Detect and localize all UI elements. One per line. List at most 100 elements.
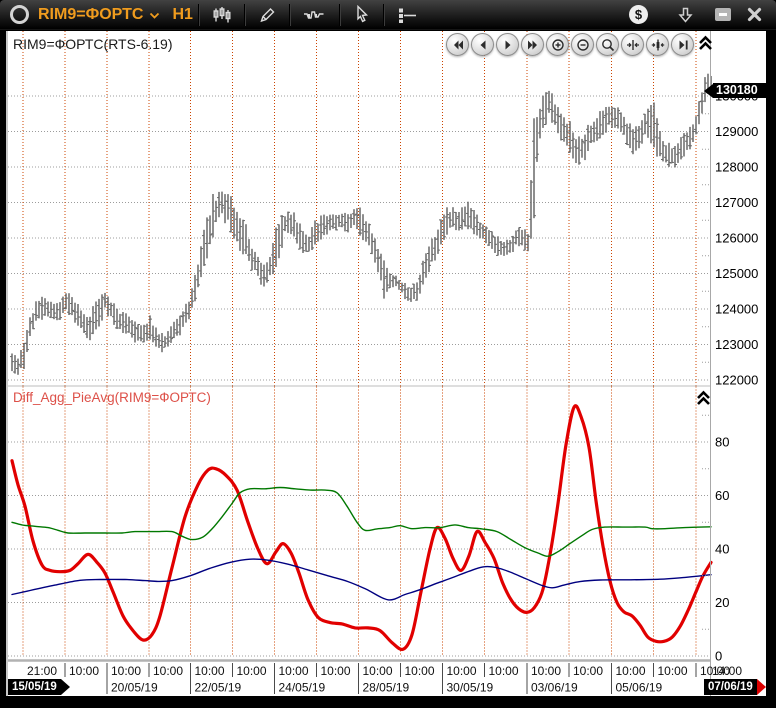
price-axis-label: 126000 xyxy=(715,231,758,246)
instrument-status-icon xyxy=(10,5,29,24)
symbol-selector[interactable]: RIM9=ФОРТС xyxy=(29,6,160,24)
chart-background xyxy=(8,31,766,696)
date-label: 05/06/19 xyxy=(616,681,663,695)
toolbar-divider xyxy=(383,4,385,26)
time-label: 10:00 xyxy=(658,664,688,678)
indicator-tool-button[interactable] xyxy=(296,5,334,25)
symbol-label: RIM9=ФОРТС xyxy=(38,6,143,24)
price-axis-label: 127000 xyxy=(715,195,758,210)
badge-arrow-icon xyxy=(61,679,70,695)
go-to-end-icon xyxy=(676,38,690,52)
indicator-axis-label: 80 xyxy=(715,435,729,450)
bar-width-icon xyxy=(651,38,665,52)
cursor-icon xyxy=(353,5,371,24)
pencil-icon xyxy=(258,6,277,24)
zoom-in-button[interactable] xyxy=(546,33,569,56)
step-left-button[interactable] xyxy=(471,33,494,56)
price-axis-label: 124000 xyxy=(715,302,758,317)
time-label: 14:00 xyxy=(712,664,742,678)
levels-icon xyxy=(397,6,419,24)
candlestick-chart-icon xyxy=(212,6,232,24)
start-date-badge: 15/05/19 xyxy=(8,679,70,695)
time-label: 10:00 xyxy=(111,664,141,678)
collapse-window-button[interactable] xyxy=(672,5,699,25)
time-label: 10:00 xyxy=(195,664,225,678)
time-label: 10:00 xyxy=(363,664,393,678)
left-frame-strip xyxy=(6,31,8,696)
timeframe-label[interactable]: H1 xyxy=(172,6,192,24)
price-axis-label: 125000 xyxy=(715,266,758,281)
time-label: 10:00 xyxy=(321,664,351,678)
close-icon xyxy=(747,7,762,22)
collapse-indicator-panel-button[interactable] xyxy=(695,390,712,407)
compress-scale-button[interactable] xyxy=(621,33,644,56)
step-left-icon xyxy=(476,38,490,52)
date-label: 22/05/19 xyxy=(195,681,242,695)
price-axis-label: 123000 xyxy=(715,337,758,352)
last-price-value: 130180 xyxy=(713,83,766,98)
zoom-area-icon xyxy=(601,38,615,52)
time-label: 10:00 xyxy=(573,664,603,678)
chart-style-button[interactable] xyxy=(205,5,239,25)
toolbar-divider xyxy=(339,4,341,26)
toolbar-divider xyxy=(289,4,291,26)
indicator-axis-label: 0 xyxy=(715,649,722,664)
terminal-chart-window: 1300001290001280001270001260001250001240… xyxy=(0,0,776,708)
window-controls: $ xyxy=(623,3,768,26)
bar-width-button[interactable] xyxy=(646,33,669,56)
titlebar: RIM9=ФОРТС H1 xyxy=(0,0,776,30)
step-right-button[interactable] xyxy=(496,33,519,56)
time-label: 10:00 xyxy=(489,664,519,678)
zoom-out-button[interactable] xyxy=(571,33,594,56)
date-label: 03/06/19 xyxy=(531,681,578,695)
date-label: 20/05/19 xyxy=(111,681,158,695)
chart-nav-toolbar xyxy=(446,33,696,56)
cursor-tool-button[interactable] xyxy=(346,4,378,25)
dollar-icon: $ xyxy=(629,5,648,24)
minimize-icon xyxy=(715,8,731,21)
toolbar-divider xyxy=(244,4,246,26)
minimize-button[interactable] xyxy=(709,6,737,23)
zoom-out-icon xyxy=(576,38,590,52)
scroll-start-button[interactable] xyxy=(446,33,469,56)
time-label: 21:00 xyxy=(27,664,57,678)
end-date-badge: 07/06/19 xyxy=(704,679,766,695)
date-label: 30/05/19 xyxy=(447,681,494,695)
indicator-axis-label: 20 xyxy=(715,595,729,610)
indicator-axis-label: 60 xyxy=(715,488,729,503)
zoom-in-icon xyxy=(551,38,565,52)
toolbar-divider xyxy=(198,4,200,26)
end-date-value: 07/06/19 xyxy=(704,679,757,695)
collapse-panel-icon xyxy=(698,35,713,51)
currency-button[interactable]: $ xyxy=(623,3,654,26)
time-label: 10:00 xyxy=(405,664,435,678)
indicator-axis-label: 40 xyxy=(715,542,729,557)
price-axis-label: 128000 xyxy=(715,160,758,175)
chart-canvas[interactable]: 1300001290001280001270001260001250001240… xyxy=(0,0,776,708)
step-right-icon xyxy=(501,38,515,52)
indicator-chart-icon xyxy=(303,6,327,24)
badge-arrow-icon xyxy=(704,84,713,98)
chevron-down-icon xyxy=(149,12,160,20)
price-panel-title: RIM9=ФОРТС(RTS-6.19) xyxy=(13,36,173,52)
time-label: 10:00 xyxy=(237,664,267,678)
last-price-badge: 130180 xyxy=(704,83,766,98)
compress-icon xyxy=(626,38,640,52)
collapse-panel-icon xyxy=(696,390,711,406)
zoom-area-button[interactable] xyxy=(596,33,619,56)
go-to-end-button[interactable] xyxy=(671,33,694,56)
start-date-value: 15/05/19 xyxy=(8,679,61,695)
collapse-price-panel-button[interactable] xyxy=(697,35,714,52)
badge-arrow-icon xyxy=(757,679,766,695)
date-label: 24/05/19 xyxy=(279,681,326,695)
scroll-end-button[interactable] xyxy=(521,33,544,56)
price-axis-label: 122000 xyxy=(715,373,758,388)
time-label: 10:00 xyxy=(531,664,561,678)
date-label: 28/05/19 xyxy=(363,681,410,695)
close-button[interactable] xyxy=(741,5,768,24)
time-label: 10:00 xyxy=(69,664,99,678)
price-axis-label: 129000 xyxy=(715,124,758,139)
draw-tool-button[interactable] xyxy=(251,5,284,25)
time-label: 10:00 xyxy=(153,664,183,678)
levels-tool-button[interactable] xyxy=(390,5,426,25)
